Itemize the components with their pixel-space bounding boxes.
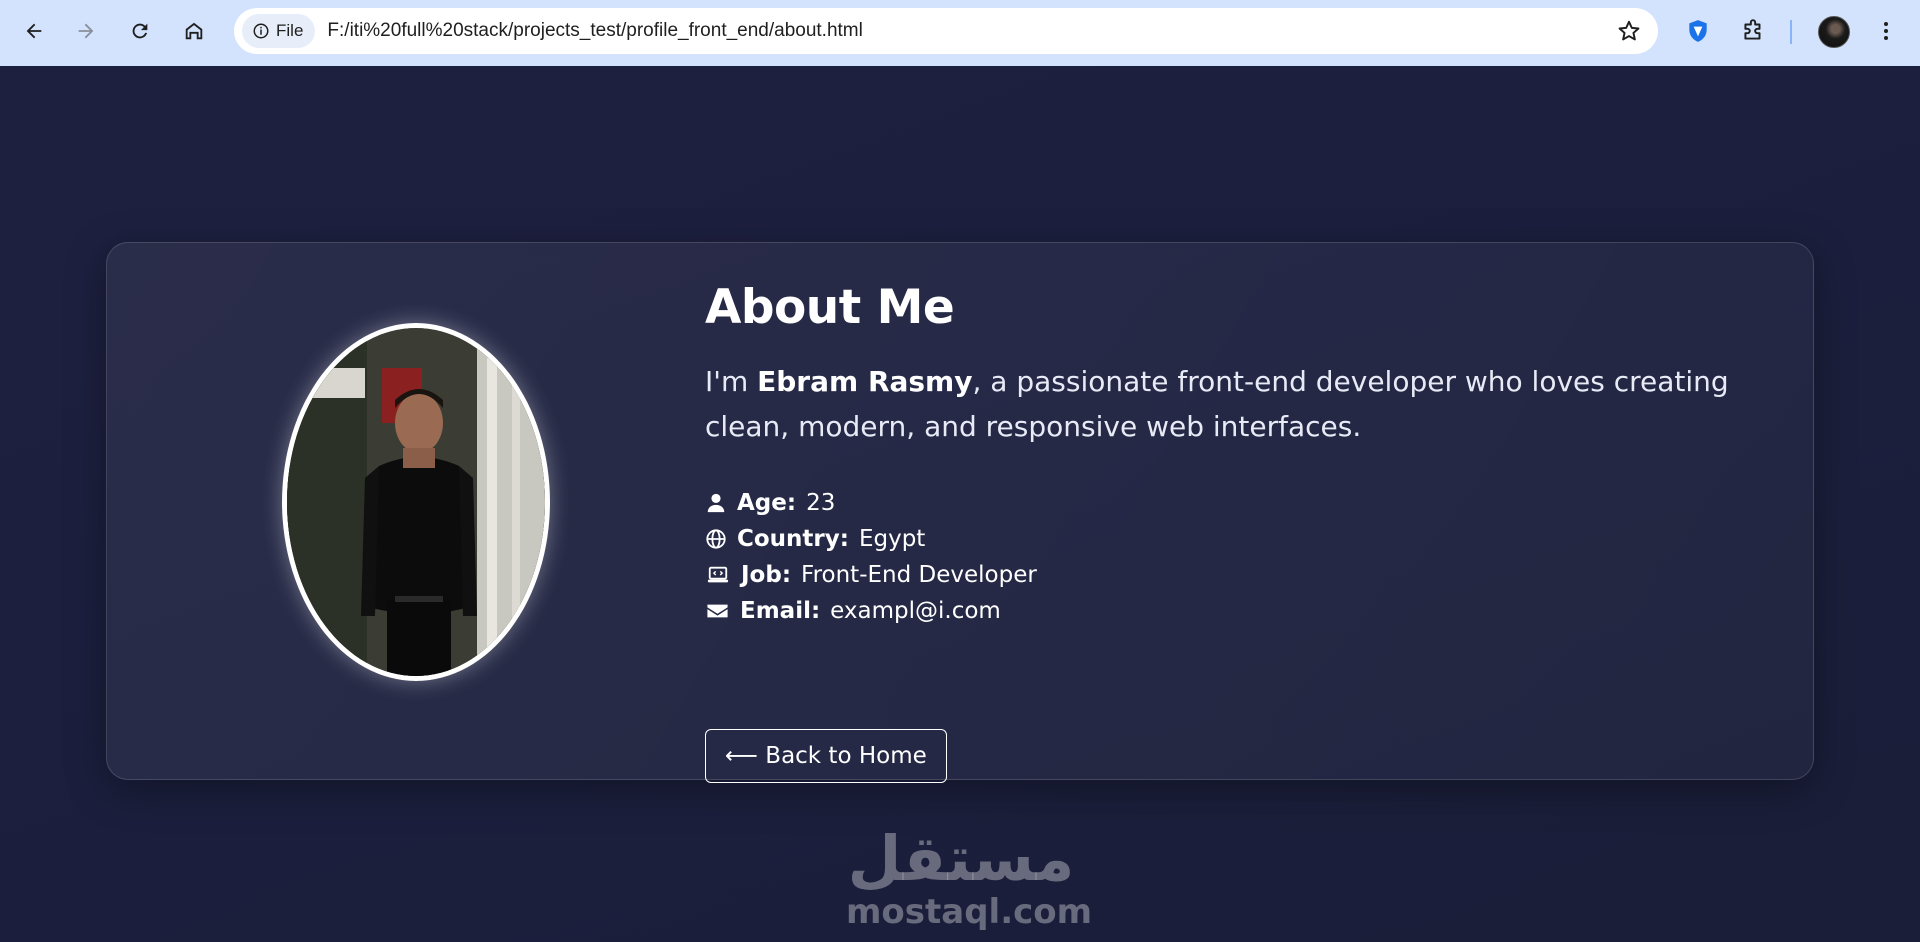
toolbar-divider [1790, 20, 1792, 44]
forward-icon[interactable] [66, 11, 106, 51]
back-icon[interactable] [14, 11, 54, 51]
fact-value: exampl@i.com [830, 598, 1001, 624]
browser-toolbar: File F:/iti%20full%20stack/projects_test… [0, 0, 1920, 66]
user-icon [707, 493, 725, 513]
home-icon[interactable] [174, 11, 214, 51]
url-text[interactable]: F:/iti%20full%20stack/projects_test/prof… [327, 20, 862, 42]
watermark-logo: مستقل mostaql.com [846, 822, 1093, 932]
envelope-icon [707, 604, 728, 618]
extensions-puzzle-icon[interactable] [1735, 13, 1771, 49]
fact-value: Front-End Developer [801, 562, 1037, 588]
back-to-home-button[interactable]: ⟵ Back to Home [705, 729, 947, 783]
bio-paragraph: I'm Ebram Rasmy, a passionate front-end … [705, 359, 1745, 449]
reload-icon[interactable] [120, 11, 160, 51]
page-body: About Me I'm Ebram Rasmy, a passionate f… [0, 66, 1920, 942]
page-title: About Me [705, 280, 955, 335]
fact-value: 23 [806, 490, 836, 516]
fact-country: Country: Egypt [705, 521, 1745, 557]
profile-avatar[interactable] [1818, 16, 1850, 48]
bookmark-star-icon[interactable] [1616, 18, 1642, 44]
shield-extension-icon[interactable] [1680, 13, 1716, 49]
fact-label: Country: [737, 526, 849, 552]
about-card: About Me I'm Ebram Rasmy, a passionate f… [106, 242, 1814, 783]
laptop-code-icon [707, 566, 729, 583]
fact-job: Job: Front-End Developer [705, 557, 1745, 593]
address-bar[interactable]: File F:/iti%20full%20stack/projects_test… [234, 8, 1658, 54]
fact-email: Email: exampl@i.com [705, 593, 1745, 629]
info-icon [253, 23, 269, 39]
fact-value: Egypt [858, 526, 926, 552]
facts-list: Age: 23 Country: Egypt Job: Front-End De… [705, 485, 1745, 629]
watermark-arabic: مستقل [847, 822, 1075, 895]
menu-kebab-icon[interactable] [1868, 13, 1904, 49]
bio-name: Ebram Rasmy [757, 365, 973, 398]
bio-prefix: I'm [705, 365, 758, 398]
fact-label: Job: [741, 562, 792, 588]
fact-label: Email: [740, 598, 821, 624]
about-content: About Me I'm Ebram Rasmy, a passionate f… [705, 277, 1745, 783]
fact-label: Age: [737, 490, 797, 516]
watermark-latin: mostaql.com [846, 892, 1093, 932]
chip-label: File [276, 21, 304, 40]
globe-icon [706, 529, 726, 549]
fact-age: Age: 23 [705, 485, 1745, 521]
profile-photo [282, 323, 550, 681]
site-info-chip[interactable]: File [242, 14, 316, 48]
